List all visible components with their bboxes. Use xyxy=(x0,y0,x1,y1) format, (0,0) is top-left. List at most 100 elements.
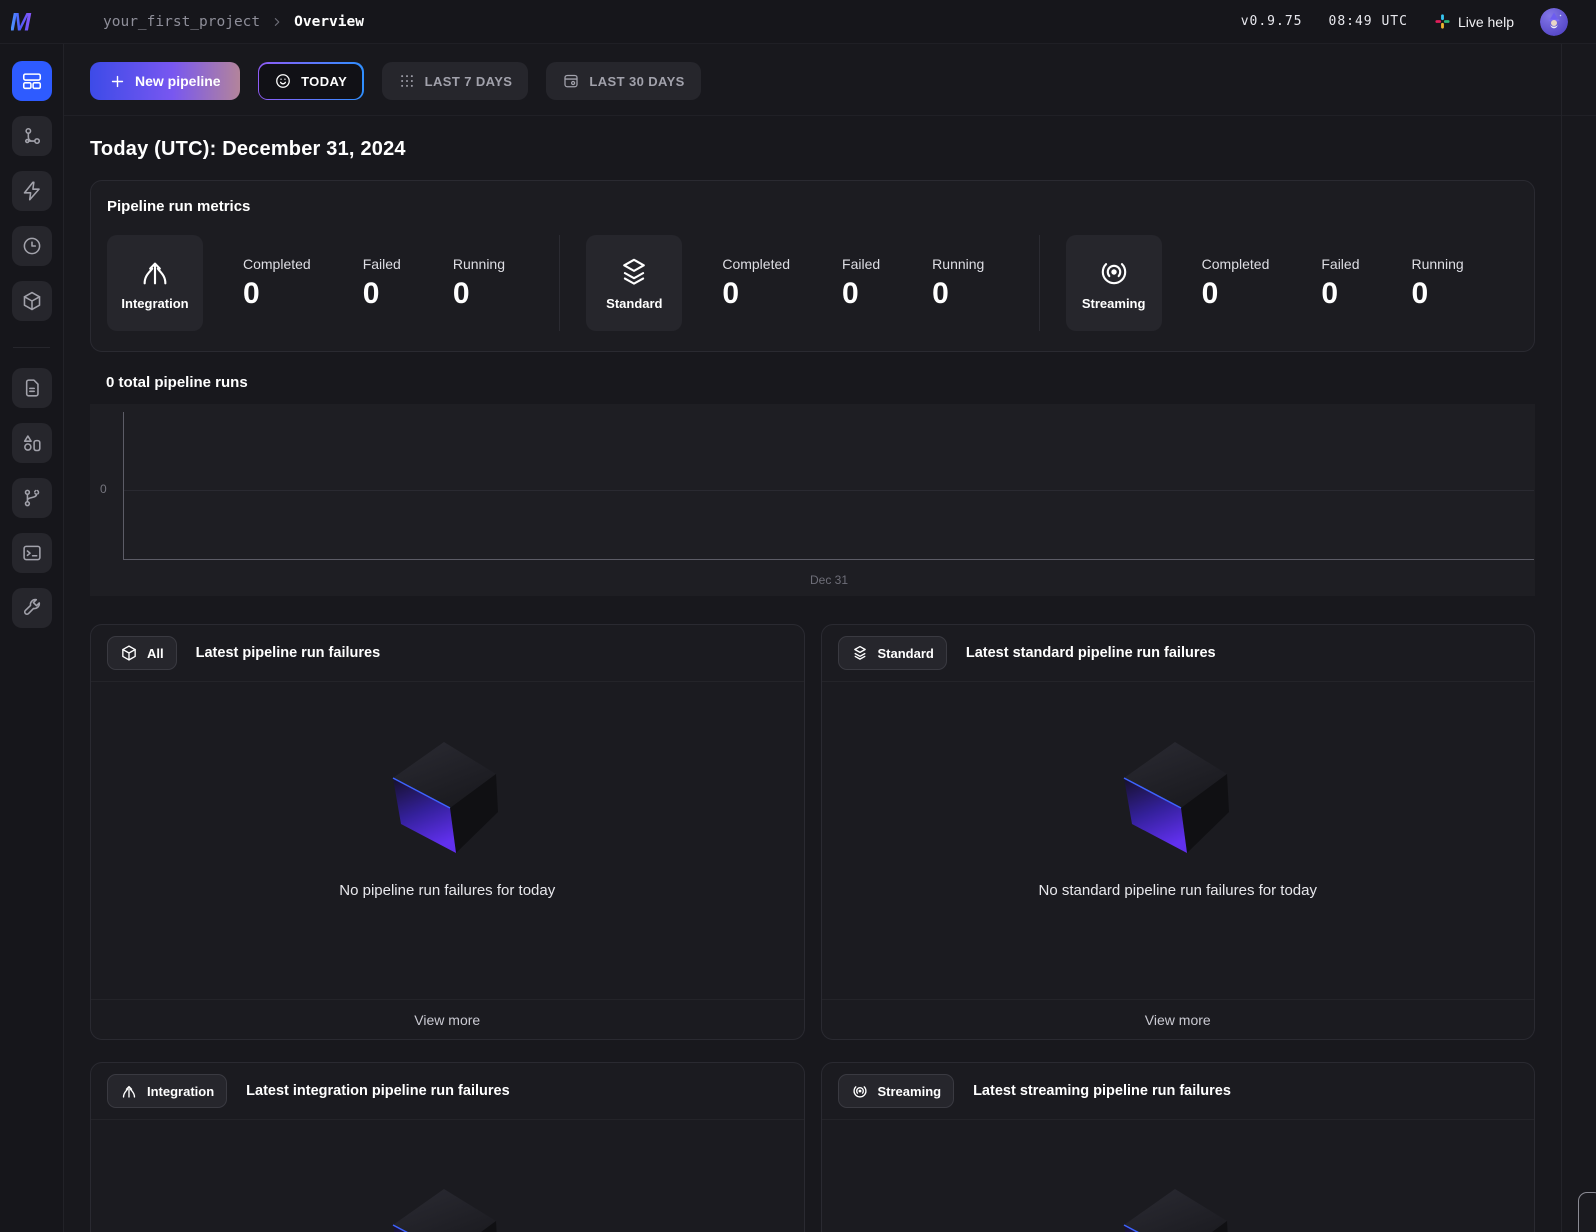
y-axis-tick: 0 xyxy=(100,482,107,496)
streaming-icon xyxy=(1097,255,1131,289)
sidebar-item-settings[interactable] xyxy=(12,588,52,628)
new-pipeline-label: New pipeline xyxy=(135,73,221,89)
failure-card-all: All Latest pipeline run failures No pipe… xyxy=(90,624,805,1040)
empty-state-message: No pipeline run failures for today xyxy=(339,882,555,899)
empty-cube-illustration xyxy=(1113,737,1243,867)
layers-icon xyxy=(617,255,651,289)
integration-stats: Completed 0 Failed 0 Running 0 xyxy=(243,256,505,311)
smiley-icon xyxy=(274,72,292,90)
streaming-tile-label: Streaming xyxy=(1082,296,1146,311)
stat-running: Running 0 xyxy=(1412,256,1464,311)
empty-state-message: No standard pipeline run failures for to… xyxy=(1039,882,1318,899)
last-7-days-filter-button[interactable]: LAST 7 DAYS xyxy=(382,62,529,100)
version-label: v0.9.75 xyxy=(1241,14,1303,29)
badge-integration[interactable]: Integration xyxy=(107,1074,227,1108)
card-body: No standard pipeline run failures for to… xyxy=(822,682,1535,999)
integration-icon xyxy=(120,1082,138,1100)
last-30-days-label: LAST 30 DAYS xyxy=(589,74,684,89)
chevron-right-icon xyxy=(270,15,284,29)
sidebar-item-triggers[interactable] xyxy=(12,171,52,211)
streaming-stats: Completed 0 Failed 0 Running 0 xyxy=(1202,256,1464,311)
stat-completed: Completed 0 xyxy=(243,256,311,311)
scrollbar-track xyxy=(1561,44,1562,1232)
sidebar-item-files[interactable] xyxy=(12,368,52,408)
page-title: Today (UTC): December 31, 2024 xyxy=(90,138,1596,161)
card-body: No pipeline run failures for today xyxy=(91,682,804,999)
slack-icon xyxy=(1434,13,1451,30)
cube-icon xyxy=(120,644,138,662)
empty-cube-illustration xyxy=(1113,1184,1243,1232)
standard-stats: Completed 0 Failed 0 Running 0 xyxy=(722,256,984,311)
dashboard-icon xyxy=(21,70,43,92)
stat-running: Running 0 xyxy=(932,256,984,311)
layers-icon xyxy=(851,644,869,662)
sidebar-item-dashboard[interactable] xyxy=(12,61,52,101)
card-title: Latest standard pipeline run failures xyxy=(966,645,1216,661)
pipeline-runs-chart: 0 Dec 31 xyxy=(90,404,1535,596)
breadcrumb: your_first_project Overview xyxy=(103,14,364,30)
sidebar-item-version-control[interactable] xyxy=(12,478,52,518)
svg-text:M: M xyxy=(11,9,32,35)
last-30-days-filter-button[interactable]: LAST 30 DAYS xyxy=(546,62,700,100)
badge-standard[interactable]: Standard xyxy=(838,636,947,670)
mage-logo[interactable]: M xyxy=(11,9,37,35)
sidebar xyxy=(0,44,64,1232)
sidebar-item-pipeline-runs[interactable] xyxy=(12,226,52,266)
card-header: All Latest pipeline run failures xyxy=(91,625,804,682)
metrics-group-streaming: Streaming Completed 0 Failed 0 Running xyxy=(1040,235,1518,331)
live-help-button[interactable]: Live help xyxy=(1434,13,1514,30)
card-title: Latest streaming pipeline run failures xyxy=(973,1083,1231,1099)
wrench-icon xyxy=(21,597,43,619)
card-header: Integration Latest integration pipeline … xyxy=(91,1063,804,1120)
view-more-button[interactable]: View more xyxy=(822,999,1535,1039)
metrics-row: Integration Completed 0 Failed 0 Running xyxy=(107,235,1518,331)
failure-card-streaming: Streaming Latest streaming pipeline run … xyxy=(821,1062,1536,1232)
sidebar-item-terminal[interactable] xyxy=(12,533,52,573)
stat-failed: Failed 0 xyxy=(842,256,880,311)
stat-running: Running 0 xyxy=(453,256,505,311)
today-filter-button[interactable]: TODAY xyxy=(258,62,364,100)
badge-all[interactable]: All xyxy=(107,636,177,670)
empty-cube-illustration xyxy=(382,737,512,867)
pipelines-tree-icon xyxy=(21,125,43,147)
terminal-icon xyxy=(21,542,43,564)
integration-tile-label: Integration xyxy=(121,296,188,311)
user-avatar[interactable] xyxy=(1540,8,1568,36)
badge-streaming[interactable]: Streaming xyxy=(838,1074,955,1108)
failure-card-standard: Standard Latest standard pipeline run fa… xyxy=(821,624,1536,1040)
new-pipeline-button[interactable]: New pipeline xyxy=(90,62,240,100)
card-body xyxy=(91,1120,804,1232)
metrics-card-title: Pipeline run metrics xyxy=(107,198,1518,215)
sidebar-item-global-data-products[interactable] xyxy=(12,281,52,321)
streaming-icon xyxy=(851,1082,869,1100)
metrics-group-integration: Integration Completed 0 Failed 0 Running xyxy=(107,235,559,331)
card-header: Standard Latest standard pipeline run fa… xyxy=(822,625,1535,682)
pipeline-run-metrics-card: Pipeline run metrics Integration Complet… xyxy=(90,180,1535,352)
sidebar-item-templates[interactable] xyxy=(12,423,52,463)
last-7-days-label: LAST 7 DAYS xyxy=(425,74,513,89)
breadcrumb-page[interactable]: Overview xyxy=(294,14,364,30)
stat-completed: Completed 0 xyxy=(1202,256,1270,311)
chart-plot-area: 0 xyxy=(123,412,1534,560)
card-title: Latest pipeline run failures xyxy=(196,645,381,661)
metrics-group-standard: Standard Completed 0 Failed 0 Running xyxy=(560,235,1038,331)
streaming-tile: Streaming xyxy=(1066,235,1162,331)
file-icon xyxy=(21,377,43,399)
breadcrumb-project[interactable]: your_first_project xyxy=(103,14,260,30)
scrollbar-thumb[interactable] xyxy=(1578,1192,1596,1232)
view-more-button[interactable]: View more xyxy=(91,999,804,1039)
sidebar-item-pipelines[interactable] xyxy=(12,116,52,156)
stat-failed: Failed 0 xyxy=(1321,256,1359,311)
failure-cards-grid: All Latest pipeline run failures No pipe… xyxy=(90,624,1535,1232)
card-body xyxy=(822,1120,1535,1232)
stat-failed: Failed 0 xyxy=(363,256,401,311)
x-axis-tick: Dec 31 xyxy=(123,573,1535,587)
top-bar: M your_first_project Overview v0.9.75 08… xyxy=(0,0,1596,44)
today-filter-inner[interactable]: TODAY xyxy=(259,64,362,99)
card-title: Latest integration pipeline run failures xyxy=(246,1083,509,1099)
standard-tile-label: Standard xyxy=(606,296,662,311)
git-branch-icon xyxy=(21,487,43,509)
standard-tile: Standard xyxy=(586,235,682,331)
total-pipeline-runs-title: 0 total pipeline runs xyxy=(106,374,1596,391)
cube-icon xyxy=(21,290,43,312)
